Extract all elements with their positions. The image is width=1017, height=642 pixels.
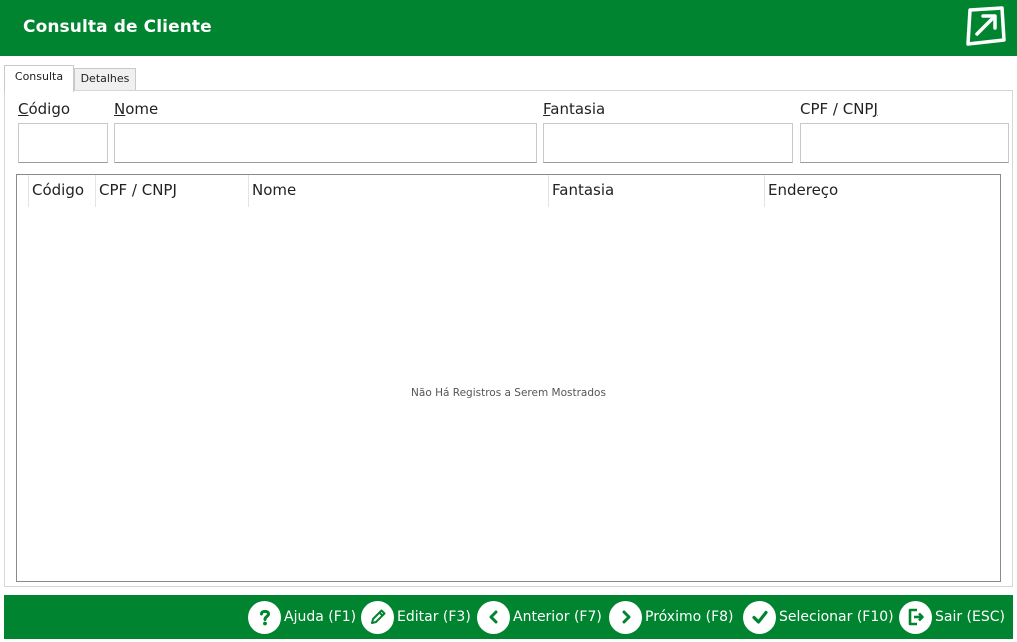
results-grid[interactable]: Código CPF / CNPJ Nome Fantasia Endereço… — [16, 174, 1001, 582]
select-label: Selecionar (F10) — [779, 609, 894, 625]
question-icon — [248, 600, 281, 634]
help-label: Ajuda (F1) — [284, 609, 357, 625]
next-button[interactable]: Próximo (F8) — [609, 599, 734, 635]
column-header-endereco[interactable]: Endereço — [764, 175, 1000, 207]
edit-button[interactable]: Editar (F3) — [361, 599, 471, 635]
column-header-nome[interactable]: Nome — [248, 175, 548, 207]
previous-label: Anterior (F7) — [513, 609, 602, 625]
help-button[interactable]: Ajuda (F1) — [248, 599, 356, 635]
checkmark-icon — [743, 600, 776, 634]
tab-detalhes[interactable]: Detalhes — [74, 68, 136, 91]
select-button[interactable]: Selecionar (F10) — [743, 599, 894, 635]
tab-consulta[interactable]: Consulta — [4, 65, 74, 92]
column-header-cpf-cnpj[interactable]: CPF / CNPJ — [95, 175, 248, 207]
exit-label: Sair (ESC) — [935, 609, 1005, 625]
cpf-cnpj-label: CPF / CNPJ — [800, 100, 878, 118]
window-title: Consulta de Cliente — [23, 17, 212, 37]
exit-button[interactable]: Sair (ESC) — [899, 599, 1005, 635]
codigo-input[interactable] — [18, 123, 108, 163]
fantasia-label: Fantasia — [543, 100, 606, 118]
previous-button[interactable]: Anterior (F7) — [477, 599, 602, 635]
pencil-icon — [361, 600, 394, 634]
cpf-cnpj-input[interactable] — [800, 123, 1009, 163]
exit-icon — [899, 600, 932, 634]
empty-message: Não Há Registros a Serem Mostrados — [411, 387, 606, 399]
fantasia-input[interactable] — [543, 123, 793, 163]
nome-label: Nome — [114, 100, 159, 118]
nome-input[interactable] — [114, 123, 537, 163]
column-header-codigo[interactable]: Código — [28, 175, 95, 207]
action-bar: Ajuda (F1) Editar (F3) Anterior (F7) Pró… — [4, 595, 1013, 639]
title-bar: Consulta de Cliente — [0, 0, 1017, 56]
codigo-label: Código — [18, 100, 71, 118]
column-header-fantasia[interactable]: Fantasia — [548, 175, 764, 207]
grid-header: Código CPF / CNPJ Nome Fantasia Endereço — [17, 175, 1000, 207]
chevron-right-icon — [609, 600, 642, 634]
chevron-left-icon — [477, 600, 510, 634]
app-logo-icon — [966, 6, 1006, 46]
next-label: Próximo (F8) — [645, 609, 734, 625]
edit-label: Editar (F3) — [397, 609, 471, 625]
